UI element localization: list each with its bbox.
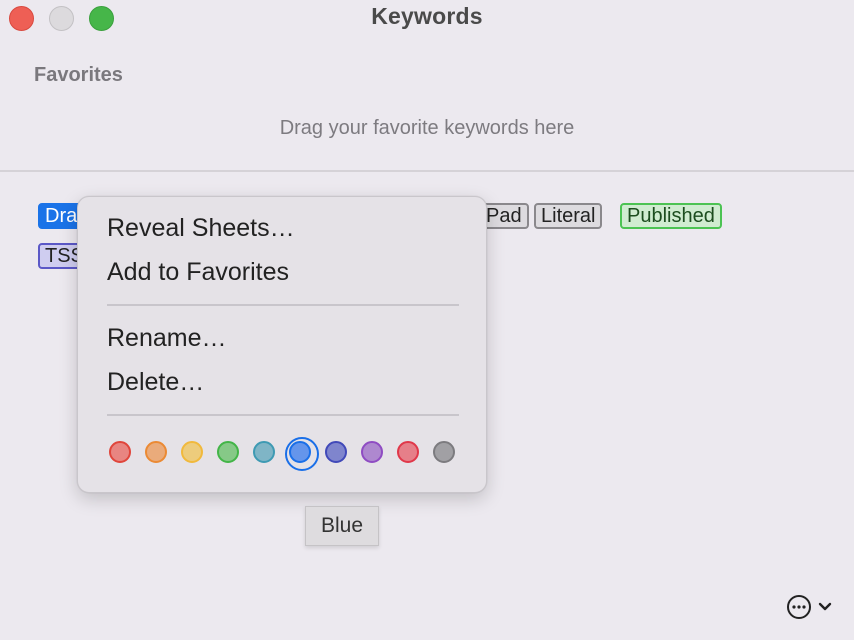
action-menu-button[interactable] bbox=[786, 594, 832, 620]
window-title: Keywords bbox=[371, 3, 483, 29]
color-swatch-orange[interactable] bbox=[145, 441, 167, 463]
menu-item-delete[interactable]: Delete… bbox=[107, 368, 204, 397]
keyword-tag-published[interactable]: Published bbox=[620, 203, 722, 229]
section-divider bbox=[0, 170, 854, 172]
chevron-down-icon bbox=[818, 602, 832, 611]
color-swatch-gray[interactable] bbox=[433, 441, 455, 463]
menu-item-reveal-sheets[interactable]: Reveal Sheets… bbox=[107, 214, 295, 243]
color-swatch-indigo[interactable] bbox=[325, 441, 347, 463]
menu-item-add-to-favorites[interactable]: Add to Favorites bbox=[107, 258, 289, 287]
context-menu: Reveal Sheets… Add to Favorites Rename… … bbox=[77, 196, 487, 493]
color-swatch-blue[interactable] bbox=[285, 437, 319, 471]
favorites-heading: Favorites bbox=[34, 64, 123, 86]
keyword-tag-literal[interactable]: Literal bbox=[534, 203, 603, 229]
color-swatch-red[interactable] bbox=[109, 441, 131, 463]
color-swatch-purple[interactable] bbox=[361, 441, 383, 463]
color-tooltip: Blue bbox=[305, 506, 379, 546]
color-swatch-yellow[interactable] bbox=[181, 441, 203, 463]
menu-item-rename[interactable]: Rename… bbox=[107, 324, 227, 353]
ellipsis-circle-icon bbox=[787, 595, 811, 619]
menu-separator bbox=[107, 304, 459, 306]
menu-separator bbox=[107, 414, 459, 416]
color-swatch-pink[interactable] bbox=[397, 441, 419, 463]
color-swatch-teal[interactable] bbox=[253, 441, 275, 463]
color-swatch-green[interactable] bbox=[217, 441, 239, 463]
favorites-drop-zone[interactable]: Drag your favorite keywords here bbox=[0, 117, 854, 140]
color-picker bbox=[109, 437, 455, 471]
